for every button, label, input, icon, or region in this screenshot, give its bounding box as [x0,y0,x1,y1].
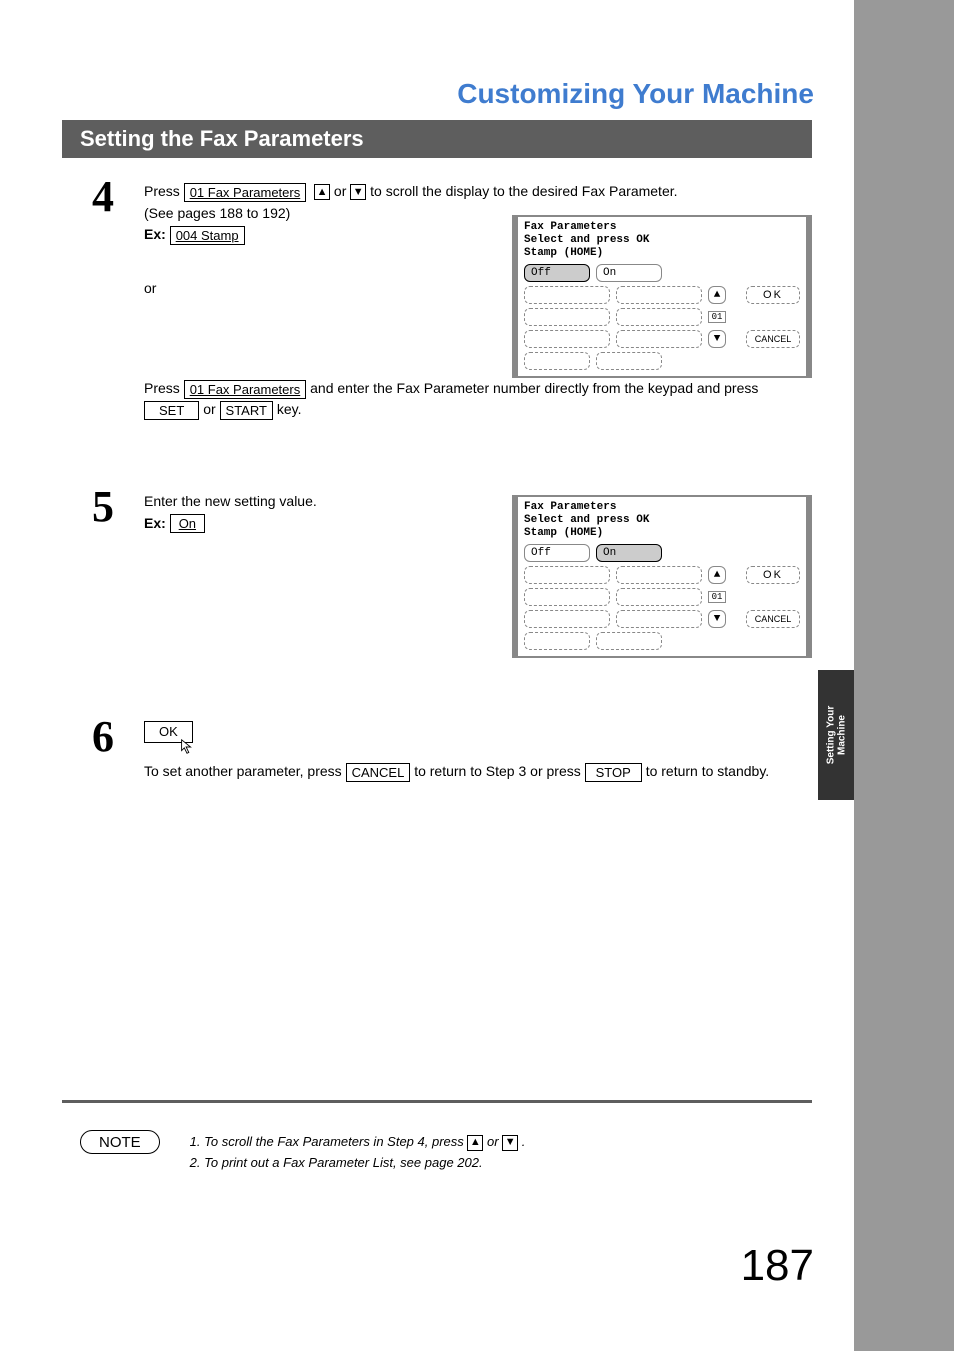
lcd-up-icon[interactable]: ▲ [708,566,726,584]
lcd-ok-button[interactable]: OK [746,286,800,304]
text: to return to standby. [646,763,769,779]
down-arrow-icon[interactable]: ▼ [350,184,366,200]
text: Press [144,183,184,199]
content-area: 4 Press 01 Fax Parameters ▲ or ▼ to scro… [92,175,812,813]
note-1c: . [522,1134,526,1149]
lcd-blank [524,610,610,628]
lcd-blank [616,286,702,304]
lcd-index: 01 [708,591,726,603]
side-tab-label: Setting Your Machine [825,706,847,765]
fax-parameters-button[interactable]: 01 Fax Parameters [184,183,307,202]
note-2: 2. To print out a Fax Parameter List, se… [190,1155,483,1170]
step-number: 6 [92,715,144,783]
margin-band [854,0,954,1351]
step-number: 4 [92,175,144,455]
lcd-cancel-button[interactable]: CANCEL [746,610,800,628]
text: or [334,183,350,199]
lcd-blank [616,330,702,348]
note-1b: or [487,1134,502,1149]
step-5: 5 Enter the new setting value. Ex: On Fa… [92,485,812,685]
text: key. [277,401,302,417]
step-6: 6 OK To set another parameter, press CAN… [92,715,812,783]
lcd-blank [616,588,702,606]
ok-label: OK [159,724,178,739]
stop-button[interactable]: STOP [585,763,642,782]
lcd-panel-2: Fax Parameters Select and press OK Stamp… [512,495,812,658]
step-number: 5 [92,485,144,685]
or-text: or [144,280,156,296]
note-1a: 1. To scroll the Fax Parameters in Step … [190,1134,468,1149]
lcd-blank [524,566,610,584]
example-stamp-button[interactable]: 004 Stamp [170,226,245,245]
text: and enter the Fax Parameter number direc… [310,380,758,396]
ok-button[interactable]: OK [144,721,193,743]
lcd-blank [524,330,610,348]
fax-parameters-button[interactable]: 01 Fax Parameters [184,380,307,399]
lcd-off-button[interactable]: Off [524,544,590,562]
lcd-down-icon[interactable]: ▼ [708,610,726,628]
page-title: Customizing Your Machine [457,78,814,110]
lcd-blank [524,286,610,304]
lcd-blank [524,588,610,606]
lcd-blank [524,308,610,326]
lcd-on-button[interactable]: On [596,544,662,562]
lcd-blank [596,632,662,650]
up-arrow-icon: ▲ [467,1135,483,1151]
lcd-header: Fax Parameters Select and press OK Stamp… [524,501,800,540]
step-4: 4 Press 01 Fax Parameters ▲ or ▼ to scro… [92,175,812,455]
down-arrow-icon: ▼ [502,1135,518,1151]
lcd-blank [616,566,702,584]
text: to scroll the display to the desired Fax… [370,183,677,199]
lcd-down-icon[interactable]: ▼ [708,330,726,348]
step-body: OK To set another parameter, press CANCE… [144,715,812,783]
example-label: Ex: [144,515,166,531]
lcd-off-button[interactable]: Off [524,264,590,282]
set-button[interactable]: SET [144,401,199,420]
text: or [203,401,219,417]
start-button[interactable]: START [220,401,273,420]
section-heading: Setting the Fax Parameters [62,120,812,158]
text: Press [144,380,184,396]
up-arrow-icon[interactable]: ▲ [314,184,330,200]
lcd-blank [524,632,590,650]
note-area: NOTE 1. To scroll the Fax Parameters in … [80,1130,800,1174]
example-on-button[interactable]: On [170,514,205,533]
lcd-blank [524,352,590,370]
see-pages: (See pages 188 to 192) [144,205,290,221]
cancel-button[interactable]: CANCEL [346,763,411,782]
footer-divider [62,1100,812,1103]
lcd-index: 01 [708,311,726,323]
note-text: 1. To scroll the Fax Parameters in Step … [190,1130,526,1174]
note-badge: NOTE [80,1130,160,1154]
lcd-blank [616,308,702,326]
lcd-blank [596,352,662,370]
lcd-ok-button[interactable]: OK [746,566,800,584]
press-cursor-icon [178,738,196,756]
lcd-header: Fax Parameters Select and press OK Stamp… [524,221,800,260]
lcd-blank [616,610,702,628]
text: To set another parameter, press [144,763,346,779]
lcd-on-button[interactable]: On [596,264,662,282]
side-tab: Setting Your Machine [818,670,854,800]
text: to return to Step 3 or press [414,763,584,779]
lcd-up-icon[interactable]: ▲ [708,286,726,304]
text: Enter the new setting value. [144,493,317,509]
example-label: Ex: [144,226,166,242]
lcd-panel-1: Fax Parameters Select and press OK Stamp… [512,215,812,378]
page-number: 187 [741,1241,814,1291]
lcd-cancel-button[interactable]: CANCEL [746,330,800,348]
